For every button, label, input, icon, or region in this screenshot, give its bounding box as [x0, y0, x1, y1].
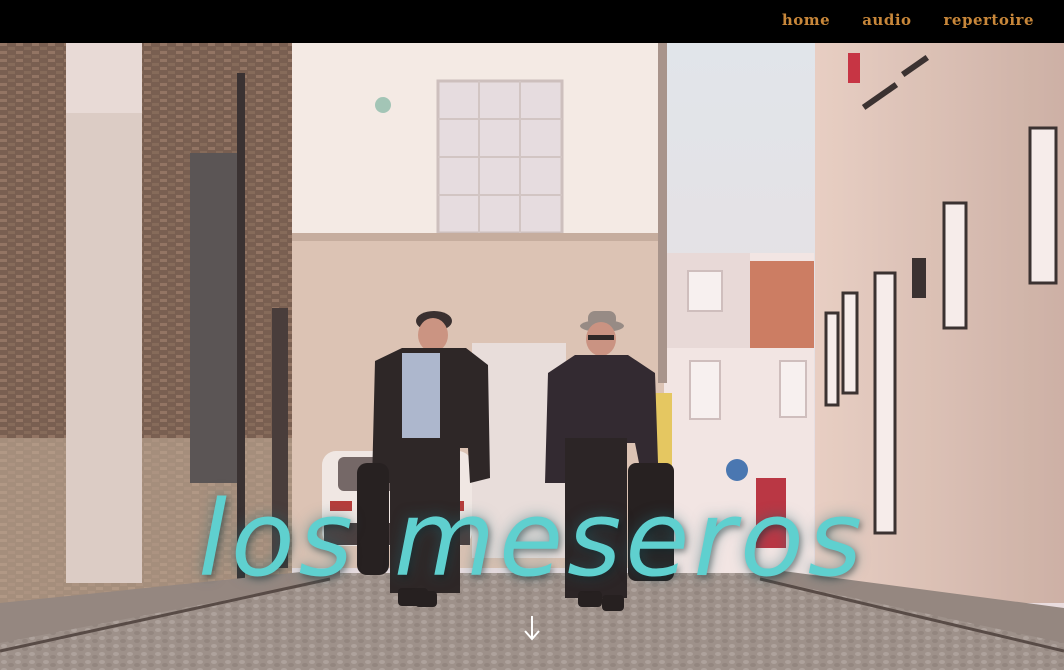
nav-repertoire[interactable]: repertoire — [944, 10, 1034, 30]
arrow-down-icon[interactable] — [521, 614, 543, 644]
main-nav: home audio repertoire — [750, 10, 1034, 30]
hero-title: los meseros — [0, 478, 1064, 600]
band-name: los meseros — [198, 478, 866, 600]
nav-audio[interactable]: audio — [862, 10, 911, 30]
top-nav-bar: home audio repertoire — [0, 0, 1064, 43]
nav-home[interactable]: home — [782, 10, 830, 30]
